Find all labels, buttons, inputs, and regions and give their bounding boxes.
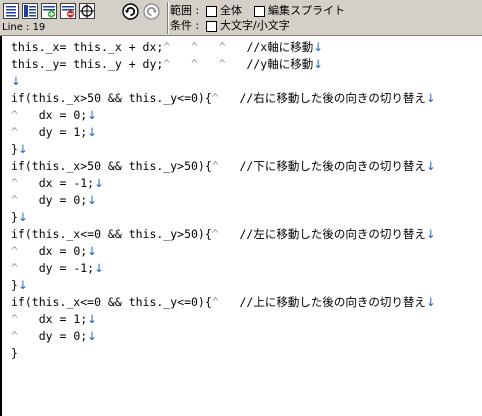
list-icon[interactable] [3,3,19,19]
code-line: this._x= this._x + dx;^ ^ ^ //x軸に移動↓ [11,40,323,54]
newline-marker: ↓ [425,227,436,241]
code-line: }↓ [11,142,28,156]
code-line: this._y= this._y + dy;^ ^ ^ //y軸に移動↓ [11,57,323,71]
newline-marker: ↓ [17,210,28,224]
newline-marker: ↓ [94,261,104,275]
code-line: ^ dx = 0;↓ [11,244,97,258]
code-line: ↓ [11,73,436,90]
range-label: 範囲 : [170,4,200,17]
newline-marker: ↓ [425,295,436,309]
code-line: }↓ [11,278,28,292]
newline-marker: ↓ [313,57,323,71]
code-line: if(this._x<=0 && this._y<=0){^ //上に移動した後… [11,295,436,309]
code-line: }↓ [11,210,28,224]
code-editor[interactable]: this._x= this._x + dx;^ ^ ^ //x軸に移動↓ this… [0,36,482,416]
code-area[interactable]: this._x= this._x + dx;^ ^ ^ //x軸に移動↓ this… [11,39,436,362]
newline-marker: ↓ [87,108,97,122]
editor-left-border [0,36,2,416]
code-line: ^ dy = 0;↓ [11,329,97,343]
newline-marker: ↓ [17,142,28,156]
code-line: ^ dy = -1;↓ [11,261,104,275]
code-line: ^ dy = 0;↓ [11,193,97,207]
code-line: if(this._x>50 && this._y>50){^ //下に移動した後… [11,159,436,173]
newline-marker: ↓ [87,329,97,343]
range-sprite-label: 編集スプライト [268,4,345,17]
newline-marker: ↓ [87,125,97,139]
toolbar: Line : 19 範囲 : 全体 編集スプライト 条件 : 大文字/小文字 [0,0,482,36]
range-sprite-checkbox[interactable] [254,6,265,17]
code-line: ^ dx = 1;↓ [11,312,97,326]
target-icon[interactable] [79,3,95,19]
newline-marker: ↓ [87,312,97,326]
code-line: ^ dx = -1;↓ [11,176,104,190]
code-line: ^ dy = 1;↓ [11,125,97,139]
case-label: 大文字/小文字 [220,19,290,32]
newline-marker: ↓ [17,278,28,292]
case-checkbox[interactable] [206,21,217,32]
undo-icon[interactable] [122,3,139,20]
condition-label: 条件 : [170,19,200,32]
code-line: ^ dx = 0;↓ [11,108,97,122]
newline-marker: ↓ [425,159,436,173]
line-indicator: Line : 19 [2,22,46,33]
redo-icon[interactable] [143,3,160,20]
list-alt-icon[interactable] [22,3,38,19]
add-green-icon[interactable] [41,3,57,19]
newline-marker: ↓ [94,176,104,190]
delete-red-icon[interactable] [60,3,76,19]
range-all-label: 全体 [220,4,242,17]
code-line: if(this._x<=0 && this._y>50){^ //左に移動した後… [11,227,436,241]
newline-marker: ↓ [87,244,97,258]
newline-marker: ↓ [87,193,97,207]
range-all-checkbox[interactable] [206,6,217,17]
newline-marker: ↓ [11,74,21,88]
newline-marker: ↓ [313,40,323,54]
code-line: if(this._x>50 && this._y<=0){^ //右に移動した後… [11,91,436,105]
code-line: } [11,346,18,360]
newline-marker: ↓ [425,91,436,105]
